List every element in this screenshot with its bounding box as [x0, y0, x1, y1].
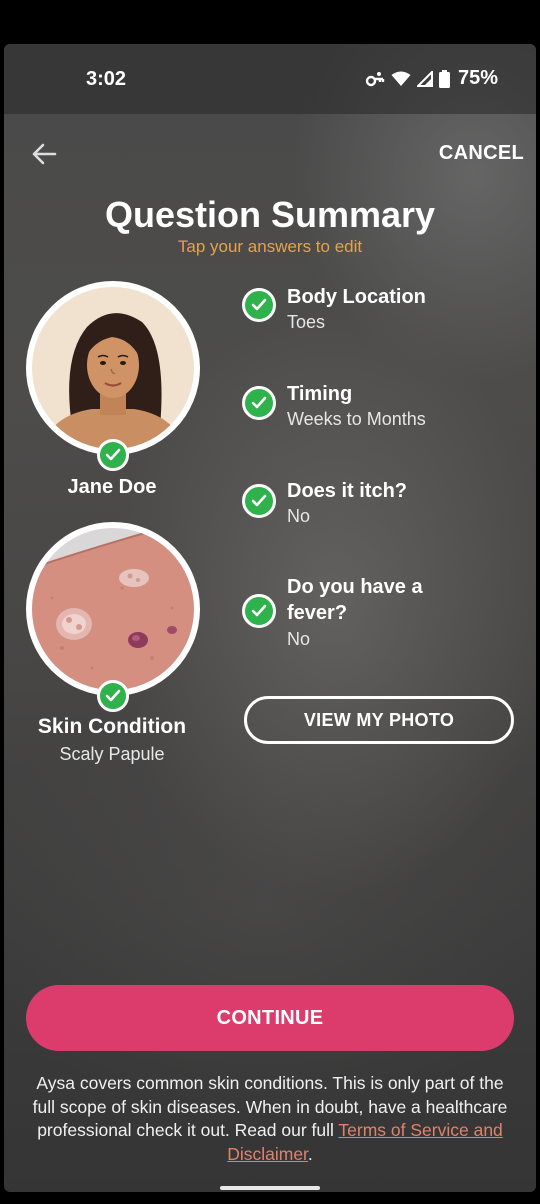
check-icon [242, 594, 276, 628]
answer-value: No [287, 506, 311, 526]
check-icon [242, 386, 276, 420]
phone-frame: 3:02 75% CANCEL Question Summary Tap you… [0, 0, 540, 1204]
profile-avatar[interactable] [26, 281, 200, 455]
condition-image[interactable] [26, 522, 200, 696]
battery-percent: 75% [457, 67, 498, 89]
home-indicator[interactable] [220, 1186, 320, 1190]
answer-fever[interactable]: Do you have a fever? No [242, 576, 522, 664]
disclaimer-end: . [307, 1143, 313, 1164]
signal-icon [416, 70, 433, 87]
status-icons: 75% [365, 67, 498, 90]
view-photo-button[interactable]: VIEW MY PHOTO [244, 696, 514, 744]
answer-value: Toes [287, 312, 326, 332]
profile-check-icon [97, 439, 129, 471]
battery-icon [438, 69, 450, 88]
check-icon [242, 288, 276, 322]
answer-question: Timing [287, 383, 353, 405]
answer-value: Weeks to Months [287, 409, 426, 429]
condition-title: Skin Condition [37, 715, 187, 738]
status-time: 3:02 [86, 68, 127, 90]
answer-value: No [287, 629, 311, 649]
profile-name[interactable]: Jane Doe [4, 476, 220, 499]
page-subtitle: Tap your answers to edit [177, 237, 363, 256]
answer-question: Do you have a fever? [287, 576, 423, 624]
arrow-left-icon [32, 143, 57, 165]
continue-button[interactable]: CONTINUE [26, 985, 514, 1051]
app-screen: 3:02 75% CANCEL Question Summary Tap you… [4, 44, 536, 1192]
cancel-button[interactable]: CANCEL [439, 142, 524, 165]
answer-question: Does it itch? [287, 480, 408, 502]
disclaimer: Aysa covers common skin conditions. This… [24, 1072, 516, 1166]
page-title: Question Summary [104, 194, 436, 235]
key-icon [365, 71, 385, 86]
condition-check-icon [97, 680, 129, 712]
status-bar: 3:02 75% [4, 44, 536, 114]
top-bezel [0, 0, 540, 44]
answer-body-location[interactable]: Body Location Toes [242, 286, 522, 340]
wifi-icon [391, 71, 411, 86]
condition-value: Scaly Papule [59, 744, 165, 764]
back-button[interactable] [26, 136, 62, 172]
check-icon [242, 484, 276, 518]
answer-question: Body Location [287, 286, 426, 308]
skin-photo [32, 528, 194, 690]
profile-illustration [32, 287, 194, 449]
answer-itch[interactable]: Does it itch? No [242, 480, 522, 536]
answer-timing[interactable]: Timing Weeks to Months [242, 383, 522, 438]
